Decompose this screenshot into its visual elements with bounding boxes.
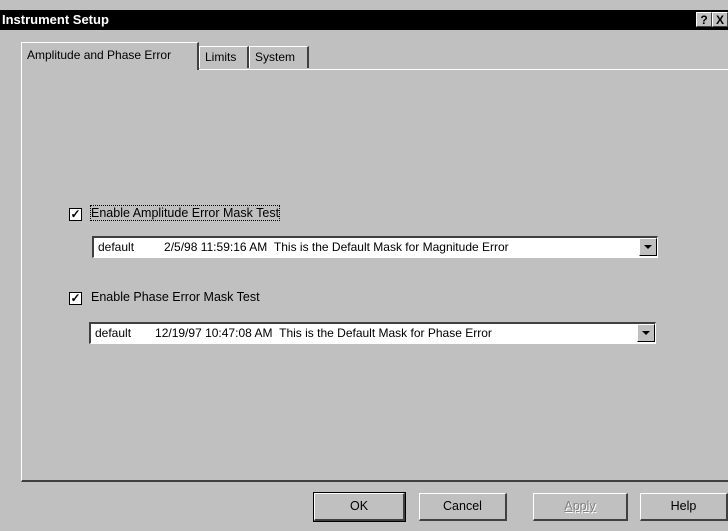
phase-mask-label[interactable]: Enable Phase Error Mask Test [91,290,260,304]
tab-label: Limits [205,50,237,64]
apply-label: Apply [564,499,596,513]
amplitude-mask-dropdown-button[interactable] [639,238,657,256]
tab-label: System [255,50,296,64]
phase-mask-selected: default 12/19/97 10:47:08 AM This is the … [95,326,492,340]
amplitude-mask-select[interactable]: default 2/5/98 11:59:16 AM This is the De… [92,236,658,258]
mask-timestamp: 12/19/97 10:47:08 AM [155,326,273,340]
tab-system[interactable]: System [249,46,309,68]
phase-mask-checkbox[interactable]: ✓ [69,292,82,305]
ok-button[interactable]: OK [313,492,406,522]
title-bar[interactable]: Instrument Setup ? X [0,10,728,30]
close-icon[interactable]: X [712,12,728,27]
help-button[interactable]: Help [640,493,728,521]
window-title: Instrument Setup [2,12,109,27]
tab-panel: ✓ Enable Amplitude Error Mask Test defau… [21,69,728,482]
amplitude-mask-selected: default 2/5/98 11:59:16 AM This is the De… [98,240,509,254]
phase-mask-select[interactable]: default 12/19/97 10:47:08 AM This is the … [89,322,656,344]
tab-amplitude-and-phase-error[interactable]: Amplitude and Phase Error [21,42,199,70]
mask-name: default [98,240,135,254]
mask-timestamp: 2/5/98 11:59:16 AM [164,240,268,254]
mask-description: This is the Default Mask for Phase Error [279,326,492,340]
tab-label: Amplitude and Phase Error [27,48,172,62]
amplitude-mask-label[interactable]: Enable Amplitude Error Mask Test [89,205,281,221]
phase-mask-dropdown-button[interactable] [637,324,655,342]
amplitude-mask-checkbox[interactable]: ✓ [69,208,82,221]
apply-button[interactable]: Apply [533,493,628,521]
help-icon[interactable]: ? [696,12,712,27]
chevron-down-icon [644,245,652,249]
mask-description: This is the Default Mask for Magnitude E… [273,240,509,254]
instrument-setup-dialog: Instrument Setup ? X Amplitude and Phase… [0,0,728,531]
mask-name: default [95,326,132,340]
chevron-down-icon [642,331,650,335]
cancel-button[interactable]: Cancel [419,493,507,521]
tab-limits[interactable]: Limits [199,46,249,68]
